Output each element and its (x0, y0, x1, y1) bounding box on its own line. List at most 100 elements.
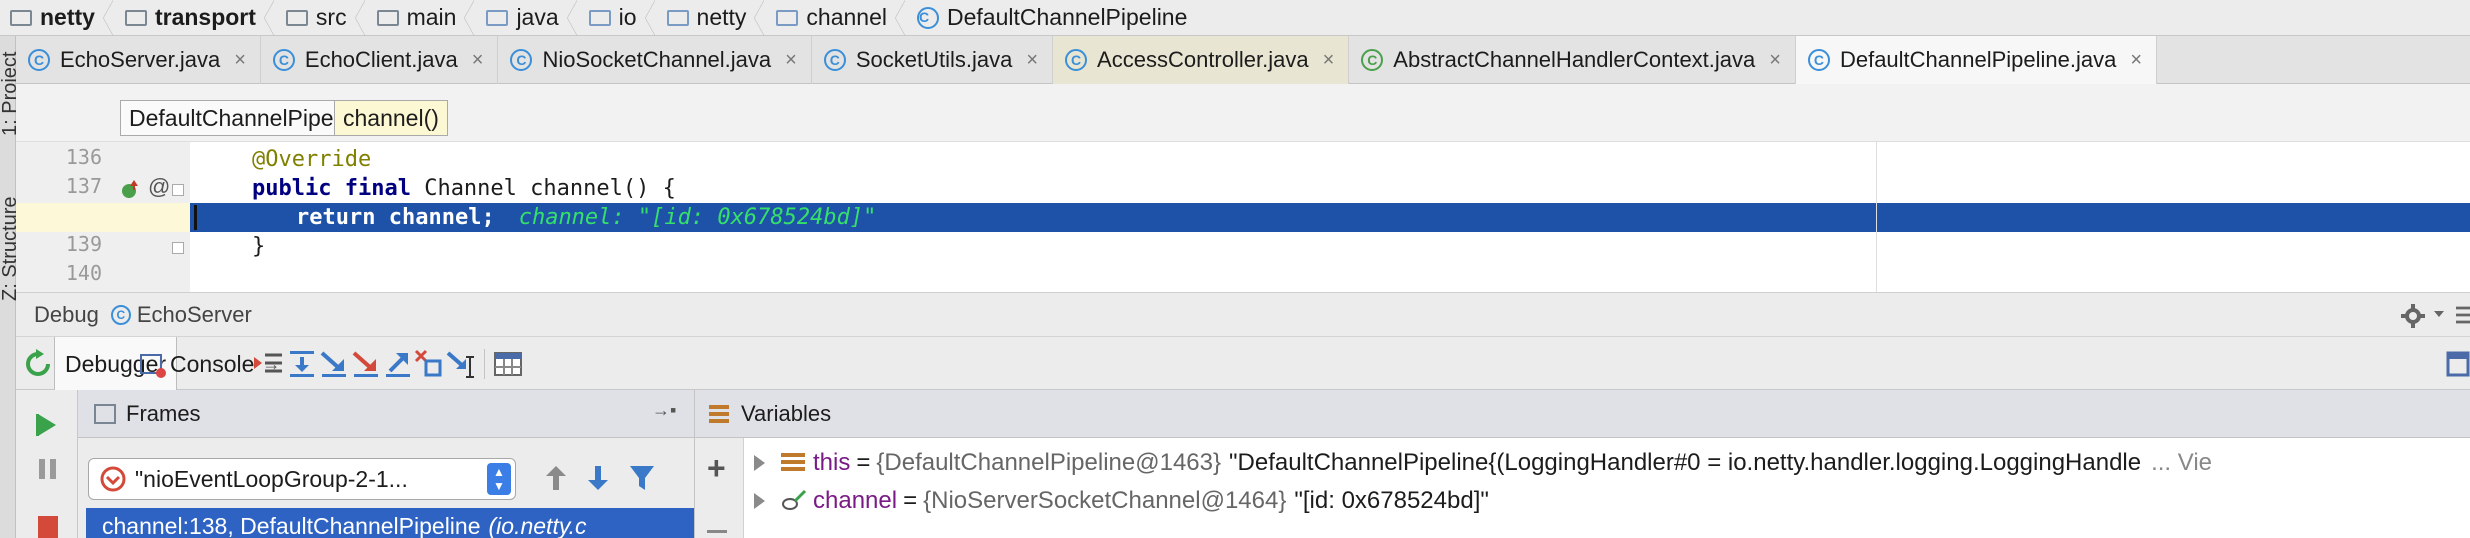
breadcrumb-item[interactable]: io (583, 0, 661, 36)
tab-label: DefaultChannelPipeline.java (1839, 47, 2117, 72)
close-icon[interactable]: × (785, 49, 797, 72)
editor-tab[interactable]: C EchoClient.java × (261, 36, 499, 84)
variable-row[interactable]: this = {DefaultChannelPipeline@1463} "De… (744, 444, 2212, 482)
breadcrumb-item[interactable]: netty (4, 0, 119, 36)
locked-class-icon: C (1065, 49, 1088, 71)
resume-program-icon[interactable] (36, 412, 60, 438)
editor-tab[interactable]: C NioSocketChannel.java × (498, 36, 812, 84)
watch-field-icon (782, 489, 807, 510)
debug-label: Debug (34, 301, 99, 327)
gear-icon[interactable] (2400, 303, 2426, 329)
chevron-down-icon[interactable] (2434, 311, 2444, 317)
breadcrumb-item[interactable]: src (280, 0, 371, 36)
code-text: channel; (375, 205, 495, 230)
breadcrumb-item[interactable]: main (371, 0, 481, 36)
tab-label: SocketUtils.java (855, 47, 1013, 72)
rerun-icon[interactable] (22, 349, 54, 379)
execution-point-line[interactable]: return channel; channel: "[id: 0x678524bd… (190, 203, 2470, 232)
source-folder-icon (486, 9, 509, 26)
breadcrumb-item[interactable]: java (480, 0, 582, 36)
editor-tab[interactable]: C AccessController.java × (1053, 36, 1350, 84)
variable-type: {DefaultChannelPipeline@1463} (876, 449, 1221, 476)
class-icon: C (272, 49, 295, 71)
breadcrumb-item[interactable]: channel (770, 0, 911, 36)
filter-icon[interactable] (628, 464, 656, 492)
variables-header: Variables (694, 390, 2470, 438)
tab-label: AbstractChannelHandlerContext.java (1393, 47, 1756, 72)
close-icon[interactable]: × (1026, 49, 1038, 72)
selected-stack-frame[interactable]: channel:138, DefaultChannelPipeline (io.… (86, 508, 694, 538)
close-icon[interactable]: × (472, 49, 484, 72)
step-over-icon[interactable] (286, 349, 318, 379)
code-text: } (252, 234, 266, 259)
variable-row[interactable]: channel = {NioServerSocketChannel@1464} … (744, 482, 1489, 520)
breadcrumb-separator (644, 0, 655, 36)
next-frame-arrow-icon[interactable] (586, 464, 610, 492)
close-icon[interactable]: × (1323, 49, 1335, 72)
close-icon[interactable]: × (1769, 49, 1781, 72)
editor-tab[interactable]: C DefaultChannelPipeline.java × (1795, 36, 2158, 84)
drop-frame-icon[interactable] (414, 349, 446, 379)
expand-arrow-icon[interactable] (754, 493, 765, 509)
show-execution-point-icon[interactable] (252, 349, 284, 379)
text-caret (194, 205, 197, 230)
run-config-name[interactable]: EchoServer (137, 302, 252, 328)
step-into-icon[interactable] (318, 349, 350, 379)
breadcrumb-separator (895, 0, 905, 36)
overrides-method-icon[interactable] (120, 178, 140, 200)
breadcrumb-label: channel (806, 4, 887, 30)
abstract-class-icon: C (1361, 49, 1384, 71)
fold-marker-icon[interactable] (172, 184, 184, 196)
variable-value: "DefaultChannelPipeline{(LoggingHandler#… (1229, 449, 2142, 476)
editor-tab[interactable]: C SocketUtils.java × (812, 36, 1054, 84)
editor-tab[interactable]: C EchoServer.java × (16, 36, 261, 84)
line-number: 139 (65, 232, 102, 256)
tool-window-strip: 1: Project Z: Structure (0, 36, 21, 538)
variables-side-toolbar: + (694, 438, 744, 538)
breadcrumb-label: transport (154, 4, 256, 30)
breadcrumb-label: DefaultChannelPipeline (947, 4, 1188, 30)
breadcrumb-separator (263, 0, 274, 36)
view-link[interactable]: ... Vie (2151, 449, 2212, 477)
editor-gutter[interactable]: 136 137 138 139 140 @ (16, 142, 190, 292)
variable-value: "[id: 0x678524bd]" (1294, 487, 1489, 514)
debug-toolbar: Debugger Console → (16, 336, 2470, 391)
module-folder-icon (124, 9, 147, 26)
close-icon[interactable]: × (234, 49, 246, 72)
previous-frame-arrow-icon[interactable] (544, 464, 568, 492)
add-watch-icon[interactable]: + (707, 452, 726, 484)
code-editor[interactable]: @Override public final Channel channel()… (190, 142, 2470, 292)
variables-icon (709, 404, 729, 423)
variable-name: channel (813, 487, 898, 514)
breadcrumb-item[interactable]: netty (661, 0, 771, 36)
close-icon[interactable]: × (2130, 49, 2142, 72)
pause-program-icon[interactable] (36, 456, 60, 482)
fold-marker-icon[interactable] (172, 242, 184, 254)
expand-arrow-icon[interactable] (754, 455, 765, 471)
step-out-icon[interactable] (382, 349, 414, 379)
breadcrumb-item[interactable]: transport (119, 0, 280, 36)
editor-tab[interactable]: C AbstractChannelHandlerContext.java × (1349, 36, 1796, 84)
editor-tabs: C EchoServer.java × C EchoClient.java × C NioSo… (16, 36, 2470, 84)
thread-selector[interactable]: "nioEventLoopGroup-2-1... ▲ ▼ (88, 458, 516, 500)
toolbar-separator (484, 349, 485, 379)
method-crumb[interactable]: channel() (334, 100, 448, 136)
breadcrumb-item[interactable]: C DefaultChannelPipeline (911, 0, 1193, 36)
package-folder-icon (588, 9, 611, 26)
frame-package: (io.netty.c (488, 512, 587, 538)
debug-side-toolbar (16, 390, 78, 538)
tab-label: EchoServer.java (60, 47, 221, 72)
stop-icon[interactable] (36, 514, 60, 538)
minimize-panel-icon[interactable] (2456, 306, 2470, 324)
evaluate-expression-icon[interactable] (492, 349, 524, 379)
variable-type: {NioServerSocketChannel@1464} (923, 487, 1287, 514)
class-icon: C (28, 49, 50, 71)
remove-watch-icon[interactable] (707, 530, 727, 533)
hide-panel-icon[interactable]: →▪ (652, 400, 676, 421)
code-text: Channel channel() { (410, 176, 676, 201)
run-to-cursor-icon[interactable] (446, 349, 478, 379)
breadcrumb-label: netty (696, 4, 747, 30)
force-step-into-icon[interactable] (350, 349, 382, 379)
annotation-gutter-marker[interactable]: @ (148, 174, 170, 200)
restore-layout-icon[interactable] (2446, 351, 2470, 377)
